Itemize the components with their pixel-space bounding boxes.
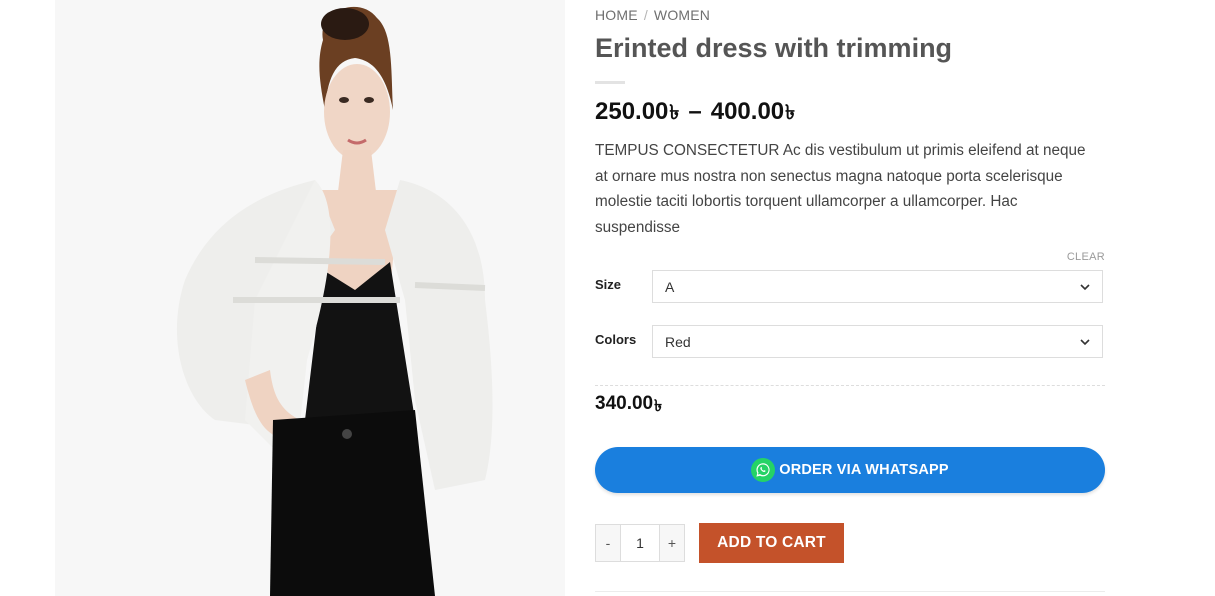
chevron-down-icon	[1080, 284, 1090, 291]
selected-price-value: 340.00	[595, 393, 654, 414]
variations-divider	[595, 385, 1105, 386]
selected-variation-price: 340.00৳	[595, 393, 662, 420]
currency-symbol: ৳	[785, 102, 796, 124]
colors-label: Colors	[595, 332, 637, 347]
quantity-input[interactable]: 1	[620, 525, 660, 561]
title-divider	[595, 81, 625, 84]
chevron-down-icon	[1080, 339, 1090, 346]
size-label: Size	[595, 277, 622, 292]
product-photo	[55, 0, 565, 596]
quantity-stepper: - 1 +	[595, 524, 685, 562]
size-select[interactable]: A	[652, 270, 1103, 303]
price-max: 400.00	[710, 98, 785, 125]
colors-select[interactable]: Red	[652, 325, 1103, 358]
price-range-separator: –	[688, 98, 702, 125]
breadcrumb: HOME / WOMEN	[595, 7, 710, 23]
size-select-value: A	[665, 279, 675, 295]
product-title: Erinted dress with trimming	[595, 33, 953, 63]
whatsapp-button-label: ORDER VIA WHATSAPP	[779, 462, 949, 478]
product-image[interactable]	[55, 0, 565, 596]
breadcrumb-home-link[interactable]: HOME	[595, 7, 638, 23]
bottom-divider	[595, 591, 1105, 592]
clear-variations-link[interactable]: CLEAR	[1067, 251, 1105, 263]
whatsapp-icon	[751, 458, 776, 482]
product-description: TEMPUS CONSECTETUR Ac dis vestibulum ut …	[595, 142, 1086, 236]
breadcrumb-separator: /	[643, 7, 648, 23]
quantity-increase-button[interactable]: +	[660, 525, 684, 561]
order-via-whatsapp-button[interactable]: ORDER VIA WHATSAPP	[595, 447, 1105, 493]
currency-symbol: ৳	[669, 102, 680, 124]
price-min: 250.00	[595, 98, 669, 125]
breadcrumb-category-link[interactable]: WOMEN	[654, 7, 710, 23]
add-to-cart-button[interactable]: ADD TO CART	[699, 523, 844, 563]
price-range: 250.00৳ –400.00৳	[595, 98, 795, 131]
currency-symbol: ৳	[654, 398, 663, 415]
colors-select-value: Red	[665, 334, 691, 350]
quantity-decrease-button[interactable]: -	[596, 525, 620, 561]
